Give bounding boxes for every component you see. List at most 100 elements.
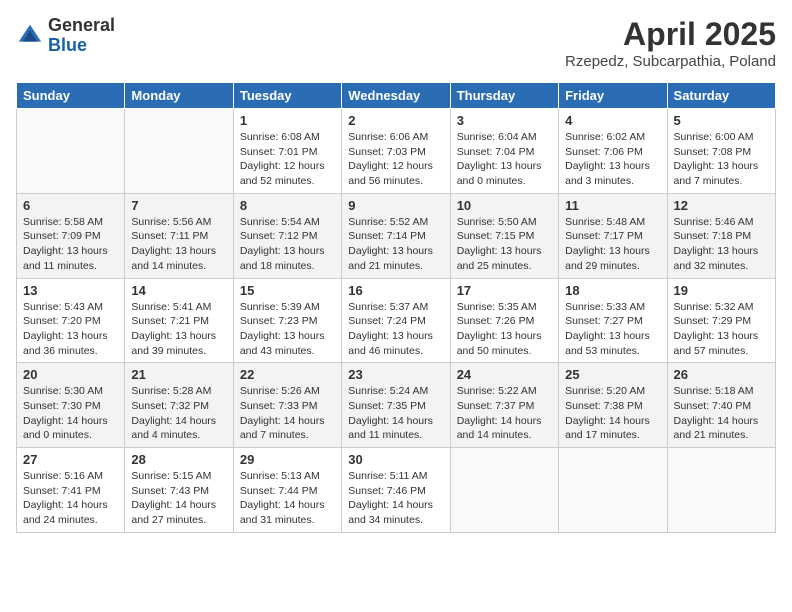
day-info: Sunrise: 5:15 AMSunset: 7:43 PMDaylight:… [131, 469, 226, 528]
logo: General Blue [16, 16, 115, 56]
day-number: 14 [131, 283, 226, 298]
day-number: 13 [23, 283, 118, 298]
calendar-day-cell: 11 Sunrise: 5:48 AMSunset: 7:17 PMDayligh… [559, 193, 667, 278]
day-info: Sunrise: 5:22 AMSunset: 7:37 PMDaylight:… [457, 384, 552, 443]
calendar-day-cell: 23 Sunrise: 5:24 AMSunset: 7:35 PMDayligh… [342, 363, 450, 448]
day-info: Sunrise: 5:41 AMSunset: 7:21 PMDaylight:… [131, 300, 226, 359]
day-info: Sunrise: 5:46 AMSunset: 7:18 PMDaylight:… [674, 215, 769, 274]
calendar-day-cell: 21 Sunrise: 5:28 AMSunset: 7:32 PMDayligh… [125, 363, 233, 448]
day-info: Sunrise: 5:39 AMSunset: 7:23 PMDaylight:… [240, 300, 335, 359]
calendar-day-cell: 8Sunrise: 5:54 AMSunset: 7:12 PMDaylight… [233, 193, 341, 278]
calendar-day-cell: 30 Sunrise: 5:11 AMSunset: 7:46 PMDayligh… [342, 448, 450, 533]
day-number: 4 [565, 113, 660, 128]
calendar-day-cell: 27 Sunrise: 5:16 AMSunset: 7:41 PMDayligh… [17, 448, 125, 533]
day-info: Sunrise: 5:30 AMSunset: 7:30 PMDaylight:… [23, 384, 118, 443]
calendar-day-cell: 3 Sunrise: 6:04 AMSunset: 7:04 PMDaylight… [450, 109, 558, 194]
day-number: 8 [240, 198, 335, 213]
day-number: 28 [131, 452, 226, 467]
calendar-week-row: 6 Sunrise: 5:58 AMSunset: 7:09 PMDaylight… [17, 193, 776, 278]
day-info: Sunrise: 5:56 AMSunset: 7:11 PMDaylight:… [131, 215, 226, 274]
calendar-day-cell: 6 Sunrise: 5:58 AMSunset: 7:09 PMDaylight… [17, 193, 125, 278]
calendar-day-cell: 29Sunrise: 5:13 AMSunset: 7:44 PMDayligh… [233, 448, 341, 533]
calendar-day-cell [17, 109, 125, 194]
day-info: Sunrise: 5:28 AMSunset: 7:32 PMDaylight:… [131, 384, 226, 443]
calendar-day-cell: 17Sunrise: 5:35 AMSunset: 7:26 PMDayligh… [450, 278, 558, 363]
day-of-week-header: Monday [125, 83, 233, 109]
day-info: Sunrise: 5:32 AMSunset: 7:29 PMDaylight:… [674, 300, 769, 359]
day-of-week-header: Saturday [667, 83, 775, 109]
day-info: Sunrise: 5:37 AMSunset: 7:24 PMDaylight:… [348, 300, 443, 359]
calendar-day-cell: 9 Sunrise: 5:52 AMSunset: 7:14 PMDaylight… [342, 193, 450, 278]
day-info: Sunrise: 5:35 AMSunset: 7:26 PMDaylight:… [457, 300, 552, 359]
calendar-day-cell: 5Sunrise: 6:00 AMSunset: 7:08 PMDaylight… [667, 109, 775, 194]
logo-text: General Blue [48, 16, 115, 56]
day-info: Sunrise: 6:04 AMSunset: 7:04 PMDaylight:… [457, 130, 552, 189]
day-number: 18 [565, 283, 660, 298]
calendar-day-cell [559, 448, 667, 533]
day-info: Sunrise: 6:06 AMSunset: 7:03 PMDaylight:… [348, 130, 443, 189]
day-number: 23 [348, 367, 443, 382]
day-number: 9 [348, 198, 443, 213]
day-info: Sunrise: 5:52 AMSunset: 7:14 PMDaylight:… [348, 215, 443, 274]
calendar-day-cell: 18 Sunrise: 5:33 AMSunset: 7:27 PMDayligh… [559, 278, 667, 363]
day-info: Sunrise: 5:58 AMSunset: 7:09 PMDaylight:… [23, 215, 118, 274]
day-info: Sunrise: 5:11 AMSunset: 7:46 PMDaylight:… [348, 469, 443, 528]
calendar-day-cell: 10 Sunrise: 5:50 AMSunset: 7:15 PMDayligh… [450, 193, 558, 278]
calendar-day-cell: 7 Sunrise: 5:56 AMSunset: 7:11 PMDaylight… [125, 193, 233, 278]
calendar-day-cell: 28 Sunrise: 5:15 AMSunset: 7:43 PMDayligh… [125, 448, 233, 533]
day-of-week-header: Tuesday [233, 83, 341, 109]
day-number: 30 [348, 452, 443, 467]
calendar-day-cell: 26 Sunrise: 5:18 AMSunset: 7:40 PMDayligh… [667, 363, 775, 448]
day-of-week-header: Wednesday [342, 83, 450, 109]
calendar-header-row: SundayMondayTuesdayWednesdayThursdayFrid… [17, 83, 776, 109]
day-number: 10 [457, 198, 552, 213]
day-info: Sunrise: 5:43 AMSunset: 7:20 PMDaylight:… [23, 300, 118, 359]
calendar-day-cell: 25Sunrise: 5:20 AMSunset: 7:38 PMDayligh… [559, 363, 667, 448]
day-number: 6 [23, 198, 118, 213]
day-info: Sunrise: 5:18 AMSunset: 7:40 PMDaylight:… [674, 384, 769, 443]
day-info: Sunrise: 5:26 AMSunset: 7:33 PMDaylight:… [240, 384, 335, 443]
day-number: 5 [674, 113, 769, 128]
day-number: 19 [674, 283, 769, 298]
calendar-day-cell: 24 Sunrise: 5:22 AMSunset: 7:37 PMDayligh… [450, 363, 558, 448]
day-info: Sunrise: 5:50 AMSunset: 7:15 PMDaylight:… [457, 215, 552, 274]
day-info: Sunrise: 6:08 AMSunset: 7:01 PMDaylight:… [240, 130, 335, 189]
day-info: Sunrise: 5:16 AMSunset: 7:41 PMDaylight:… [23, 469, 118, 528]
calendar-day-cell: 13 Sunrise: 5:43 AMSunset: 7:20 PMDayligh… [17, 278, 125, 363]
calendar-table: SundayMondayTuesdayWednesdayThursdayFrid… [16, 82, 776, 533]
day-number: 21 [131, 367, 226, 382]
day-number: 29 [240, 452, 335, 467]
day-number: 25 [565, 367, 660, 382]
day-number: 2 [348, 113, 443, 128]
day-number: 20 [23, 367, 118, 382]
day-info: Sunrise: 5:33 AMSunset: 7:27 PMDaylight:… [565, 300, 660, 359]
month-title: April 2025 [565, 16, 776, 53]
day-number: 3 [457, 113, 552, 128]
calendar-day-cell: 22Sunrise: 5:26 AMSunset: 7:33 PMDayligh… [233, 363, 341, 448]
day-number: 15 [240, 283, 335, 298]
calendar-day-cell: 15 Sunrise: 5:39 AMSunset: 7:23 PMDayligh… [233, 278, 341, 363]
day-info: Sunrise: 5:48 AMSunset: 7:17 PMDaylight:… [565, 215, 660, 274]
day-number: 24 [457, 367, 552, 382]
calendar-day-cell: 14 Sunrise: 5:41 AMSunset: 7:21 PMDayligh… [125, 278, 233, 363]
calendar-day-cell: 19 Sunrise: 5:32 AMSunset: 7:29 PMDayligh… [667, 278, 775, 363]
day-number: 27 [23, 452, 118, 467]
calendar-day-cell: 4 Sunrise: 6:02 AMSunset: 7:06 PMDaylight… [559, 109, 667, 194]
page-header: General Blue April 2025 Rzepedz, Subcarp… [16, 16, 776, 70]
location-subtitle: Rzepedz, Subcarpathia, Poland [565, 53, 776, 70]
calendar-week-row: 1 Sunrise: 6:08 AMSunset: 7:01 PMDaylight… [17, 109, 776, 194]
calendar-day-cell: 16 Sunrise: 5:37 AMSunset: 7:24 PMDayligh… [342, 278, 450, 363]
day-number: 1 [240, 113, 335, 128]
calendar-day-cell [667, 448, 775, 533]
day-of-week-header: Friday [559, 83, 667, 109]
day-number: 7 [131, 198, 226, 213]
day-info: Sunrise: 5:24 AMSunset: 7:35 PMDaylight:… [348, 384, 443, 443]
day-number: 12 [674, 198, 769, 213]
day-number: 11 [565, 198, 660, 213]
calendar-day-cell: 1 Sunrise: 6:08 AMSunset: 7:01 PMDaylight… [233, 109, 341, 194]
title-block: April 2025 Rzepedz, Subcarpathia, Poland [565, 16, 776, 70]
day-number: 26 [674, 367, 769, 382]
day-number: 16 [348, 283, 443, 298]
day-of-week-header: Sunday [17, 83, 125, 109]
day-info: Sunrise: 6:02 AMSunset: 7:06 PMDaylight:… [565, 130, 660, 189]
